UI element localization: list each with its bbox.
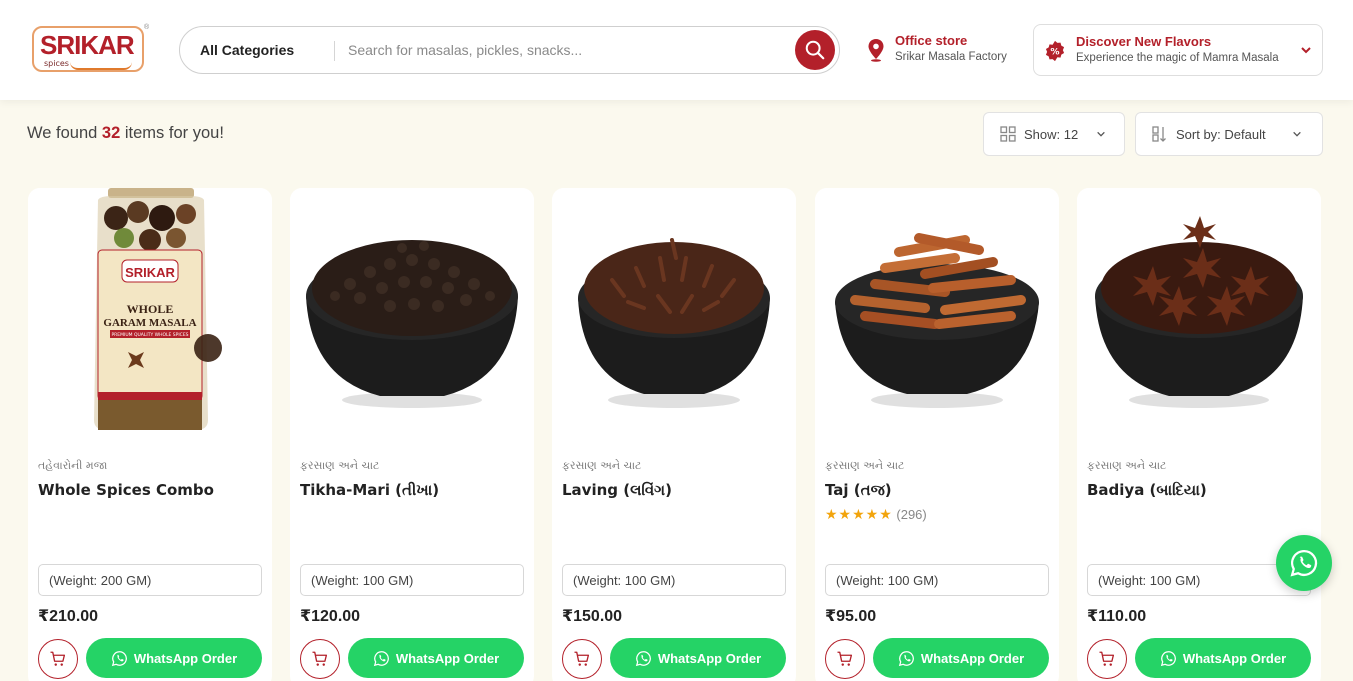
whatsapp-order-button[interactable]: WhatsApp Order (1135, 638, 1311, 678)
rating-count: (296) (896, 507, 927, 522)
whatsapp-icon (898, 650, 914, 666)
results-suffix: items for you! (120, 124, 224, 142)
office-store-link[interactable]: Office store Srikar Masala Factory (864, 32, 1029, 72)
chevron-down-icon (1097, 131, 1105, 137)
whatsapp-icon (1290, 549, 1318, 577)
rating-stars: ★★★★★ (825, 506, 893, 522)
product-name[interactable]: Whole Spices Combo (38, 481, 214, 499)
discount-badge-icon: % (1045, 40, 1065, 62)
product-price: ₹120.00 (300, 608, 361, 625)
grid-icon (1000, 126, 1016, 142)
add-to-cart-button[interactable] (1087, 639, 1127, 679)
logo-sub: spices (44, 59, 69, 68)
product-image-star-anise-bowl[interactable] (1077, 188, 1321, 432)
product-price: ₹210.00 (38, 608, 99, 625)
product-category[interactable]: ફરસાણ અને ચાટ (562, 459, 641, 473)
whatsapp-icon (373, 650, 389, 666)
whatsapp-order-label: WhatsApp Order (1182, 650, 1287, 666)
search-button[interactable] (795, 30, 835, 70)
whatsapp-icon (1160, 650, 1176, 666)
cart-icon (837, 651, 853, 666)
whatsapp-order-button[interactable]: WhatsApp Order (348, 638, 524, 678)
location-pin-icon (868, 39, 884, 62)
cart-icon (312, 651, 328, 666)
product-card[interactable]: SRIKAR WHOLE GARAM MASALA PREMIUM QUALIT… (28, 188, 272, 681)
site-header: SRIKAR spices ® All Categories Office st… (0, 0, 1353, 100)
product-image-whole-garam-masala-jar[interactable]: SRIKAR WHOLE GARAM MASALA PREMIUM QUALIT… (28, 188, 272, 432)
product-price: ₹110.00 (1087, 608, 1147, 625)
jar-brand-text: SRIKAR (125, 265, 175, 280)
whatsapp-order-label: WhatsApp Order (133, 650, 238, 666)
product-price: ₹150.00 (562, 608, 623, 625)
cart-icon (1099, 651, 1115, 666)
search-icon (805, 40, 825, 60)
product-name[interactable]: Badiya (બાદિયા) (1087, 481, 1207, 499)
add-to-cart-button[interactable] (38, 639, 78, 679)
product-card[interactable]: ફરસાણ અને ચાટ Taj (તજ) ★★★★★ (296) (Weig… (815, 188, 1059, 681)
results-count: 32 (101, 124, 121, 142)
product-name[interactable]: Taj (તજ) (825, 481, 892, 499)
search-divider (334, 41, 335, 61)
srikar-logo[interactable]: SRIKAR spices ® (32, 24, 149, 72)
whatsapp-order-label: WhatsApp Order (657, 650, 762, 666)
weight-select[interactable]: (Weight: 100 GM) (300, 564, 524, 596)
product-image-cinnamon-bowl[interactable] (815, 188, 1059, 432)
sort-by-dropdown[interactable]: Sort by: Default (1135, 112, 1323, 156)
product-card[interactable]: ફરસાણ અને ચાટ Tikha-Mari (તીખા) (Weight:… (290, 188, 534, 681)
logo-swoosh (70, 62, 132, 70)
cart-icon (50, 651, 66, 666)
sort-label: Sort by: Default (1176, 127, 1266, 142)
add-to-cart-button[interactable] (825, 639, 865, 679)
promo-subtitle: Experience the magic of Mamra Masala (1076, 52, 1279, 64)
product-card[interactable]: ફરસાણ અને ચાટ Badiya (બાદિયા) (Weight: 1… (1077, 188, 1321, 681)
weight-select[interactable]: (Weight: 100 GM) (825, 564, 1049, 596)
product-image-cloves-bowl[interactable] (552, 188, 796, 432)
category-select[interactable]: All Categories (200, 42, 294, 58)
chevron-down-icon (1301, 47, 1311, 54)
floating-whatsapp-button[interactable] (1276, 535, 1332, 591)
add-to-cart-button[interactable] (562, 639, 602, 679)
product-category[interactable]: ફરસાણ અને ચાટ (300, 459, 379, 473)
logo-registered-mark: ® (144, 24, 150, 31)
weight-select[interactable]: (Weight: 100 GM) (562, 564, 786, 596)
product-card[interactable]: ફરસાણ અને ચાટ Laving (લવિંગ) (Weight: 10… (552, 188, 796, 681)
jar-line2-text: GARAM MASALA (103, 317, 196, 329)
product-name[interactable]: Tikha-Mari (તીખા) (300, 481, 439, 499)
jar-ribbon-text: PREMIUM QUALITY WHOLE SPICES (111, 332, 188, 338)
show-count-dropdown[interactable]: Show: 12 (983, 112, 1125, 156)
results-prefix: We found (27, 124, 102, 142)
results-count-text: We found 32 items for you! (27, 124, 224, 143)
whatsapp-order-button[interactable]: WhatsApp Order (86, 638, 262, 678)
search-bar: All Categories (179, 26, 840, 74)
product-category[interactable]: ફરસાણ અને ચાટ (825, 459, 904, 473)
jar-line1-text: WHOLE (127, 302, 174, 316)
show-label: Show: 12 (1024, 127, 1079, 142)
weight-select[interactable]: (Weight: 200 GM) (38, 564, 262, 596)
whatsapp-icon (635, 650, 651, 666)
whatsapp-order-label: WhatsApp Order (395, 650, 500, 666)
product-image-black-pepper-bowl[interactable] (290, 188, 534, 432)
chevron-down-icon (1293, 131, 1301, 137)
product-price: ₹95.00 (825, 608, 877, 625)
product-name[interactable]: Laving (લવિંગ) (562, 481, 672, 499)
whatsapp-order-button[interactable]: WhatsApp Order (873, 638, 1049, 678)
whatsapp-order-button[interactable]: WhatsApp Order (610, 638, 786, 678)
sort-icon (1152, 126, 1166, 142)
product-category[interactable]: તહેવારોની મજા (38, 459, 107, 473)
whatsapp-order-label: WhatsApp Order (920, 650, 1025, 666)
store-title: Office store (895, 33, 968, 48)
promo-title: Discover New Flavors (1076, 34, 1212, 49)
search-input[interactable] (348, 37, 788, 63)
discover-flavors-dropdown[interactable]: % Discover New Flavors Experience the ma… (1033, 24, 1323, 76)
product-category[interactable]: ફરસાણ અને ચાટ (1087, 459, 1166, 473)
whatsapp-icon (111, 650, 127, 666)
add-to-cart-button[interactable] (300, 639, 340, 679)
logo-brand: SRIKAR (40, 30, 135, 60)
product-rating: ★★★★★ (296) (825, 506, 927, 523)
svg-text:%: % (1050, 47, 1059, 58)
store-subtitle: Srikar Masala Factory (895, 51, 1007, 63)
cart-icon (574, 651, 590, 666)
